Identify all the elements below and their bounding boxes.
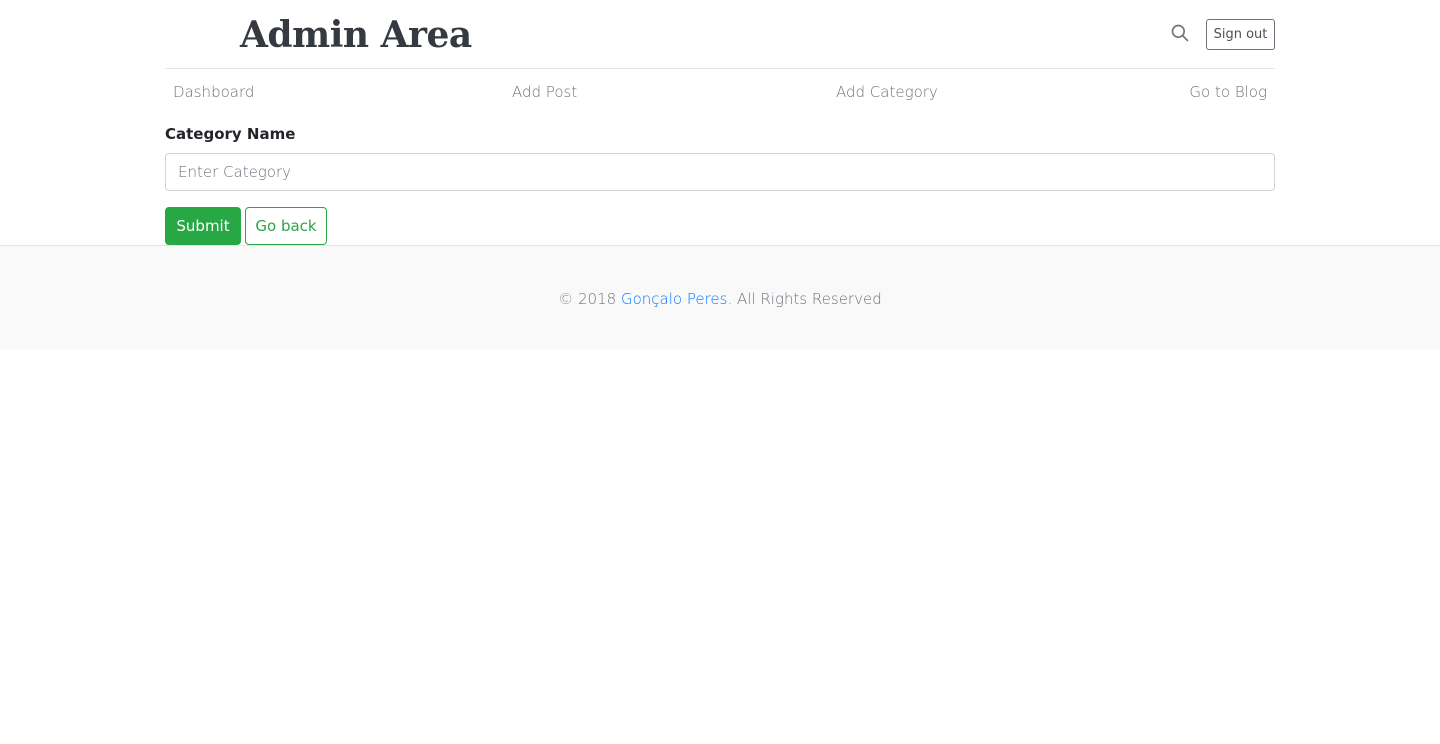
copyright-text: © 2018 Gonçalo Peres. All Rights Reserve… [0,290,1440,308]
nav-item-add-post[interactable]: Add Post [512,83,577,101]
author-link[interactable]: Gonçalo Peres [621,290,727,308]
nav-item-dashboard[interactable]: Dashboard [173,83,254,101]
nav-item-go-to-blog[interactable]: Go to Blog [1189,83,1267,101]
main-nav: Dashboard Add Post Add Category Go to Bl… [165,69,1275,117]
submit-button[interactable]: Submit [165,207,241,245]
go-back-button[interactable]: Go back [245,207,327,245]
page-title: Admin Area [240,14,472,56]
copyright-prefix: © 2018 [558,290,621,308]
category-name-input[interactable] [165,153,1275,191]
category-name-label: Category Name [165,125,296,143]
category-form: Category Name Submit Go back [165,120,1275,245]
sign-out-button[interactable]: Sign out [1206,19,1275,50]
copyright-suffix: . All Rights Reserved [727,290,882,308]
site-header: Admin Area Sign out [165,0,1275,69]
search-icon[interactable] [1170,23,1190,43]
nav-item-add-category[interactable]: Add Category [836,83,938,101]
site-footer: © 2018 Gonçalo Peres. All Rights Reserve… [0,245,1440,350]
